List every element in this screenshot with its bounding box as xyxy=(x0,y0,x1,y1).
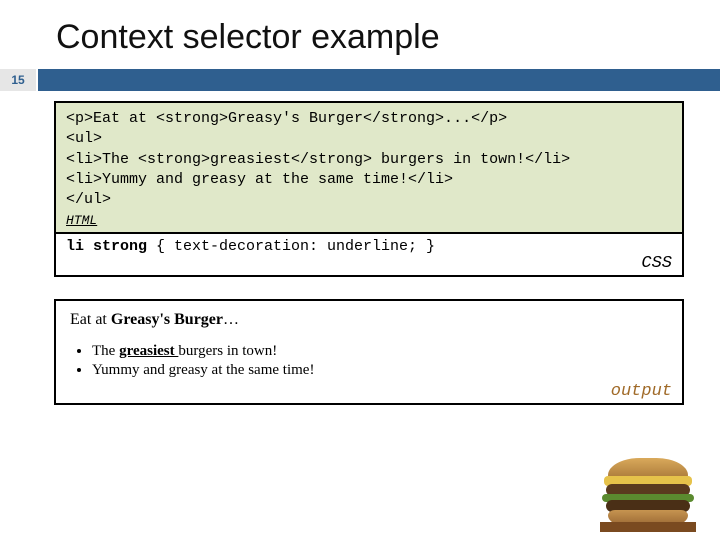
item1-post: burgers in town! xyxy=(178,343,277,359)
item1-pre: The xyxy=(92,343,119,359)
output-list: The greasiest burgers in town! Yummy and… xyxy=(70,343,668,379)
css-body: { text-decoration: underline; } xyxy=(147,238,435,255)
css-label: CSS xyxy=(641,254,672,273)
css-selector: li strong xyxy=(66,238,147,255)
output-box: Eat at Greasy's Burger… The greasiest bu… xyxy=(54,299,684,405)
slide-content: <p>Eat at <strong>Greasy's Burger</stron… xyxy=(0,91,720,405)
lead-post: … xyxy=(223,311,239,328)
code-line: <p>Eat at <strong>Greasy's Burger</stron… xyxy=(66,109,672,129)
list-item: The greasiest burgers in town! xyxy=(92,343,668,360)
code-line: <li>The <strong>greasiest</strong> burge… xyxy=(66,150,672,170)
burger-image xyxy=(600,458,696,532)
html-code-box: <p>Eat at <strong>Greasy's Burger</stron… xyxy=(54,101,684,234)
css-rule: li strong { text-decoration: underline; … xyxy=(66,238,672,255)
code-line: </ul> xyxy=(66,190,672,210)
lead-pre: Eat at xyxy=(70,311,111,328)
list-item: Yummy and greasy at the same time! xyxy=(92,362,668,379)
item1-strong: greasiest xyxy=(119,343,178,359)
slide-number: 15 xyxy=(0,69,38,91)
lead-strong: Greasy's Burger xyxy=(111,311,223,328)
accent-bar: 15 xyxy=(0,69,720,91)
html-label: HTML xyxy=(66,212,672,230)
output-label: output xyxy=(611,382,672,401)
css-code-box: li strong { text-decoration: underline; … xyxy=(54,234,684,277)
code-line: <li>Yummy and greasy at the same time!</… xyxy=(66,170,672,190)
slide-title: Context selector example xyxy=(0,0,720,69)
code-line: <ul> xyxy=(66,129,672,149)
output-lead: Eat at Greasy's Burger… xyxy=(70,311,668,329)
